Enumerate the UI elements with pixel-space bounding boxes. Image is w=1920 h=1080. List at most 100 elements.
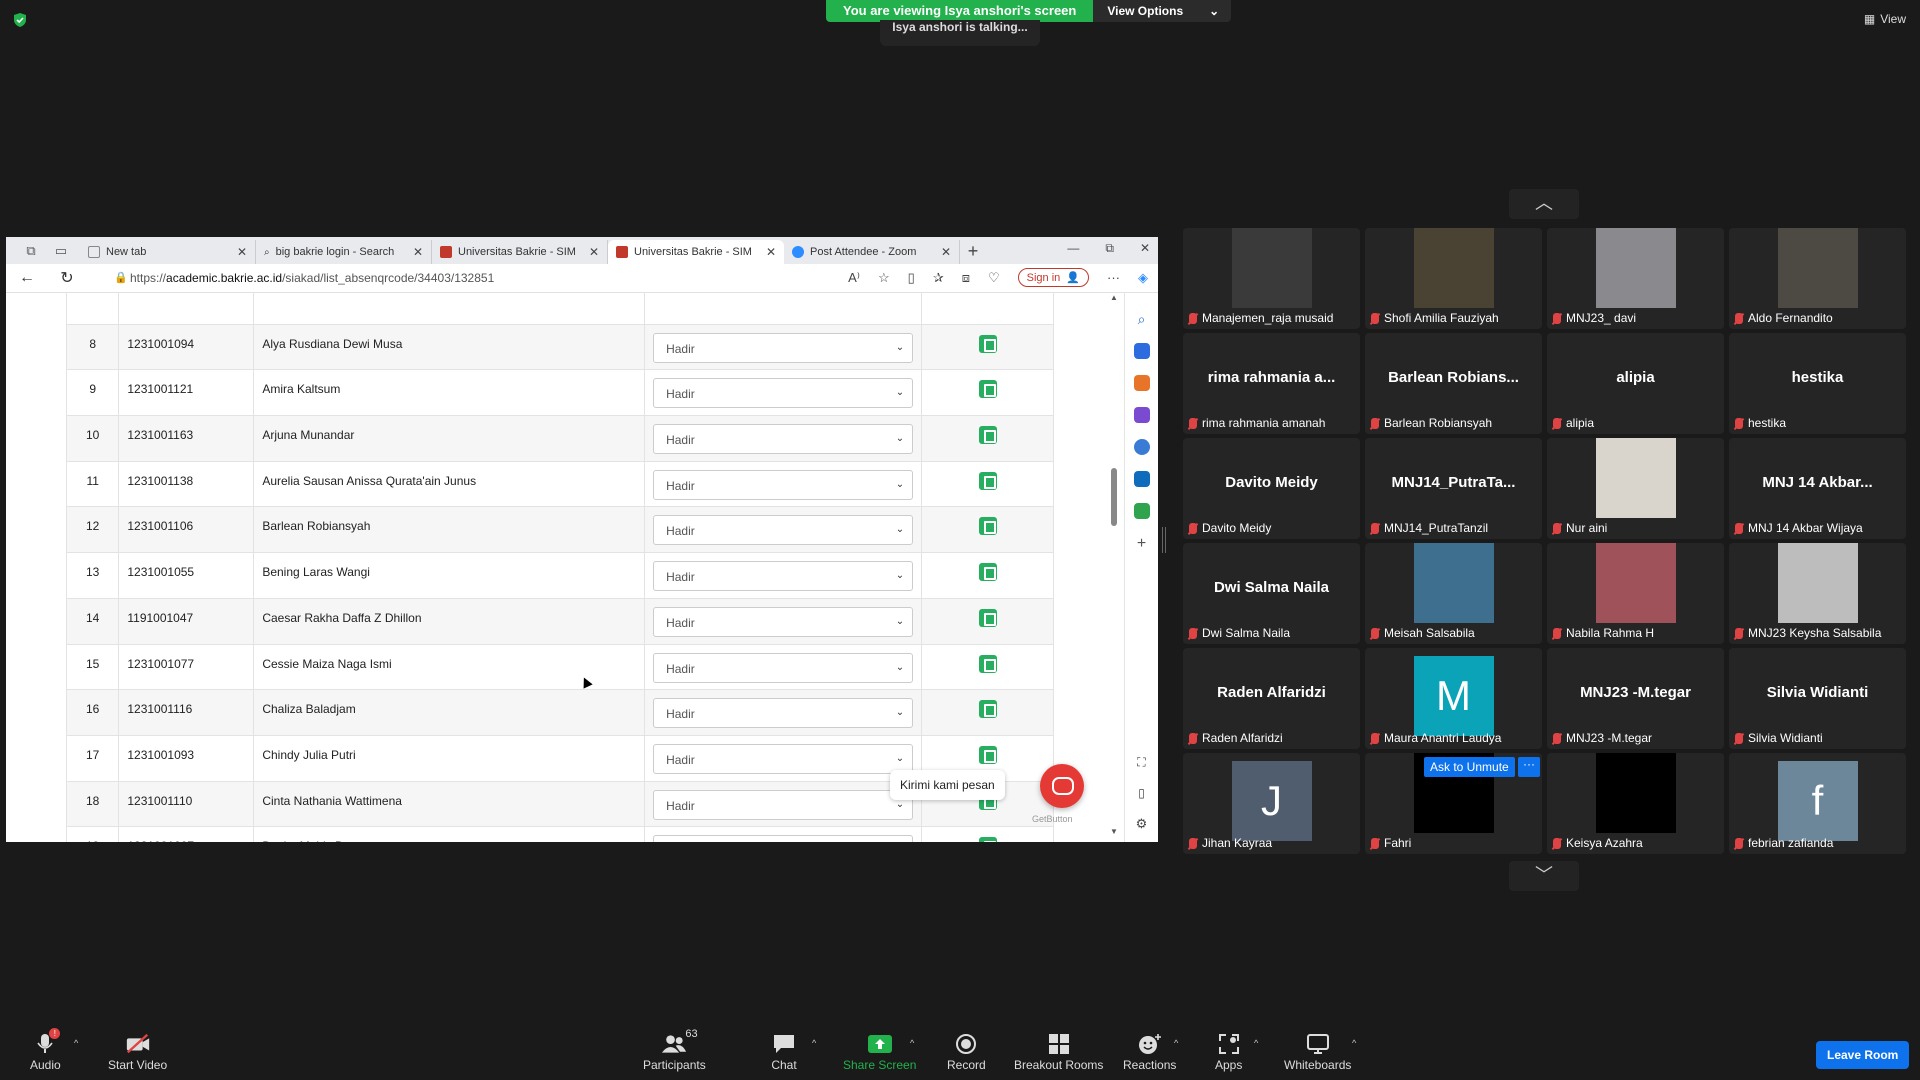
participant-tile[interactable]: J Jihan Kayraa xyxy=(1183,753,1360,854)
save-icon[interactable] xyxy=(978,517,997,536)
apps-button[interactable]: Apps xyxy=(1215,1032,1242,1072)
save-icon[interactable] xyxy=(978,837,997,842)
participant-tile[interactable]: Nur aini xyxy=(1547,438,1724,539)
participant-tile[interactable]: Raden Alfaridzi Raden Alfaridzi xyxy=(1183,648,1360,749)
attendance-status-select[interactable]: Hadir⌄ xyxy=(653,743,914,774)
participant-tile[interactable]: MNJ23_ davi xyxy=(1547,228,1724,329)
favorite-star-icon[interactable]: ☆ xyxy=(878,270,890,286)
participant-tile[interactable]: Davito Meidy Davito Meidy xyxy=(1183,438,1360,539)
browser-tab-active[interactable]: Universitas Bakrie - SIM ✕ xyxy=(608,240,784,264)
settings-gear-icon[interactable]: ⚙ xyxy=(1136,816,1148,832)
save-icon[interactable] xyxy=(978,608,997,627)
read-aloud-icon[interactable]: A⁾ xyxy=(848,270,860,286)
encryption-shield-icon[interactable] xyxy=(12,12,28,28)
breakout-rooms-button[interactable]: Breakout Rooms xyxy=(1014,1032,1103,1072)
participant-tile[interactable]: MNJ 14 Akbar... MNJ 14 Akbar Wijaya xyxy=(1729,438,1906,539)
shopping-icon[interactable] xyxy=(1133,343,1150,359)
attendance-status-select[interactable]: Hadir⌄ xyxy=(653,378,914,409)
restore-icon[interactable]: ⧉ xyxy=(1105,241,1114,256)
split-screen-icon[interactable]: ▯ xyxy=(908,270,915,286)
audio-button[interactable]: ! Audio xyxy=(30,1028,61,1072)
add-icon[interactable]: + xyxy=(1137,535,1146,553)
participant-tile[interactable]: f febrian zafianda xyxy=(1729,753,1906,854)
save-icon[interactable] xyxy=(978,380,997,399)
share-screen-button[interactable]: Share Screen xyxy=(843,1032,916,1072)
scroll-up-icon[interactable]: ▲ xyxy=(1110,293,1118,302)
tab-actions-icon[interactable]: ▭ xyxy=(50,240,72,262)
panel-resize-handle[interactable] xyxy=(1162,527,1166,553)
participant-tile[interactable]: rima rahmania a... rima rahmania amanah xyxy=(1183,333,1360,434)
microsoft-365-icon[interactable] xyxy=(1133,439,1150,455)
outlook-icon[interactable] xyxy=(1133,471,1150,487)
participant-tile[interactable]: Manajemen_raja musaid xyxy=(1183,228,1360,329)
minimize-icon[interactable]: — xyxy=(1067,241,1079,256)
participant-tile[interactable]: Aldo Fernandito xyxy=(1729,228,1906,329)
leave-room-button[interactable]: Leave Room xyxy=(1816,1041,1910,1069)
sidebar-toggle-icon[interactable]: ▯ xyxy=(1138,786,1145,800)
save-icon[interactable] xyxy=(978,334,997,353)
reactions-options-caret-icon[interactable]: ^ xyxy=(1174,1038,1178,1048)
participant-tile[interactable]: Nabila Rahma H xyxy=(1547,543,1724,644)
participant-tile[interactable]: Barlean Robians... Barlean Robiansyah xyxy=(1365,333,1542,434)
apps-options-caret-icon[interactable]: ^ xyxy=(1254,1038,1258,1048)
attendance-status-select[interactable]: Hadir⌄ xyxy=(653,606,914,637)
browser-tab[interactable]: New tab ✕ xyxy=(80,240,256,264)
ask-to-unmute-button[interactable]: Ask to Unmute xyxy=(1424,757,1515,777)
save-icon[interactable] xyxy=(978,700,997,719)
screenshot-icon[interactable]: ⛶ xyxy=(1137,755,1145,770)
favorites-icon[interactable]: ✰ xyxy=(933,270,944,286)
participant-tile[interactable]: Shofi Amilia Fauziyah xyxy=(1365,228,1542,329)
participant-tile[interactable]: Keisya Azahra xyxy=(1547,753,1724,854)
sign-in-button[interactable]: Sign in 👤 xyxy=(1017,268,1089,287)
browser-tab[interactable]: Post Attendee - Zoom ✕ xyxy=(784,240,960,264)
close-tab-icon[interactable]: ✕ xyxy=(589,245,599,259)
gallery-next-button[interactable]: ﹀ xyxy=(1509,861,1579,891)
tools-icon[interactable] xyxy=(1133,375,1150,391)
search-icon[interactable]: ⌕ xyxy=(1134,311,1150,327)
share-options-caret-icon[interactable]: ^ xyxy=(910,1038,914,1048)
workspaces-icon[interactable]: ⧉ xyxy=(20,240,42,262)
games-icon[interactable] xyxy=(1133,407,1150,423)
record-button[interactable]: Record xyxy=(947,1032,986,1072)
send-icon[interactable] xyxy=(1133,503,1150,519)
participant-tile[interactable]: Silvia Widianti Silvia Widianti xyxy=(1729,648,1906,749)
browser-tab[interactable]: ⌕ big bakrie login - Search ✕ xyxy=(256,240,432,264)
start-video-button[interactable]: Start Video xyxy=(108,1032,167,1072)
attendance-status-select[interactable]: Hadir⌄ xyxy=(653,789,914,820)
attendance-status-select[interactable]: Hadir⌄ xyxy=(653,698,914,729)
back-icon[interactable]: ← xyxy=(14,269,40,287)
scrollbar[interactable]: ▲ ▼ xyxy=(1108,293,1120,842)
save-icon[interactable] xyxy=(978,563,997,582)
participant-tile[interactable]: MNJ23 -M.tegar MNJ23 -M.tegar xyxy=(1547,648,1724,749)
participant-tile[interactable]: MNJ23 Keysha Salsabila xyxy=(1729,543,1906,644)
whiteboards-options-caret-icon[interactable]: ^ xyxy=(1352,1038,1356,1048)
browser-tab[interactable]: Universitas Bakrie - SIM ✕ xyxy=(432,240,608,264)
audio-options-caret-icon[interactable]: ^ xyxy=(74,1038,78,1048)
chat-button[interactable]: Chat xyxy=(771,1032,797,1072)
attendance-status-select[interactable]: Hadir⌄ xyxy=(653,835,914,842)
refresh-icon[interactable]: ↻ xyxy=(54,268,80,288)
close-tab-icon[interactable]: ✕ xyxy=(941,245,951,259)
reactions-button[interactable]: Reactions xyxy=(1123,1032,1176,1072)
close-tab-icon[interactable]: ✕ xyxy=(237,245,247,259)
close-window-icon[interactable]: ✕ xyxy=(1140,241,1150,256)
save-icon[interactable] xyxy=(978,654,997,673)
collections-icon[interactable]: ⧈ xyxy=(962,270,970,286)
attendance-status-select[interactable]: Hadir⌄ xyxy=(653,561,914,592)
more-icon[interactable]: ··· xyxy=(1107,270,1120,285)
new-tab-icon[interactable]: + xyxy=(960,241,986,262)
attendance-status-select[interactable]: Hadir⌄ xyxy=(653,469,914,500)
browser-essentials-icon[interactable]: ♡ xyxy=(988,270,1000,286)
participant-tile[interactable]: MNJ14_PutraTa... MNJ14_PutraTanzil xyxy=(1365,438,1542,539)
participants-button[interactable]: 63 Participants xyxy=(643,1028,706,1072)
chat-options-caret-icon[interactable]: ^ xyxy=(812,1038,816,1048)
participant-tile[interactable]: Meisah Salsabila xyxy=(1365,543,1542,644)
attendance-status-select[interactable]: Hadir⌄ xyxy=(653,332,914,363)
whiteboards-button[interactable]: Whiteboards xyxy=(1284,1032,1351,1072)
view-options-button[interactable]: View Options ⌄ xyxy=(1093,0,1232,22)
participant-tile[interactable]: hestika hestika xyxy=(1729,333,1906,434)
gallery-prev-button[interactable]: ︿ xyxy=(1509,189,1579,219)
view-button[interactable]: ▦ View xyxy=(1864,12,1906,26)
copilot-icon[interactable]: ◈ xyxy=(1138,270,1148,286)
url-field[interactable]: https://academic.bakrie.ac.id/siakad/lis… xyxy=(130,271,494,285)
